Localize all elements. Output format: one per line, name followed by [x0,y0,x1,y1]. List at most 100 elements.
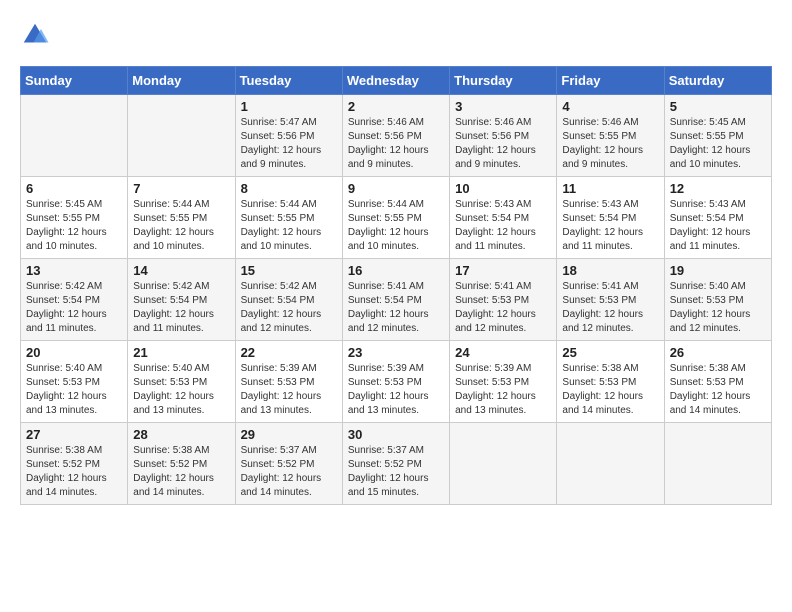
calendar-cell: 18 Sunrise: 5:41 AM Sunset: 5:53 PM Dayli… [557,259,664,341]
day-info: Sunrise: 5:37 AM Sunset: 5:52 PM Dayligh… [241,444,337,500]
day-info: Sunrise: 5:43 AM Sunset: 5:54 PM Dayligh… [670,198,766,254]
day-info: Sunrise: 5:38 AM Sunset: 5:53 PM Dayligh… [562,362,658,418]
day-info: Sunrise: 5:41 AM Sunset: 5:54 PM Dayligh… [348,280,444,336]
calendar-cell: 25Sunrise: 5:38 AM Sunset: 5:53 PM Dayli… [557,341,664,423]
day-number: 9 [348,181,444,196]
calendar-cell: 22 Sunrise: 5:39 AM Sunset: 5:53 PM Dayli… [235,341,342,423]
day-number: 27 [26,427,122,442]
day-header-sunday: Sunday [21,67,128,95]
day-number: 12 [670,181,766,196]
day-header-saturday: Saturday [664,67,771,95]
day-info: Sunrise: 5:40 AM Sunset: 5:53 PM Dayligh… [670,280,766,336]
day-number: 15 [241,263,337,278]
day-header-wednesday: Wednesday [342,67,449,95]
day-info: Sunrise: 5:39 AM Sunset: 5:53 PM Dayligh… [348,362,444,418]
day-info: Sunrise: 5:44 AM Sunset: 5:55 PM Dayligh… [133,198,229,254]
calendar-cell: 19 Sunrise: 5:40 AM Sunset: 5:53 PM Dayli… [664,259,771,341]
calendar-cell [128,95,235,177]
calendar-cell: 13 Sunrise: 5:42 AM Sunset: 5:54 PM Dayli… [21,259,128,341]
calendar-cell: 27 Sunrise: 5:38 AM Sunset: 5:52 PM Dayli… [21,423,128,505]
calendar-cell [557,423,664,505]
calendar-cell: 11Sunrise: 5:43 AM Sunset: 5:54 PM Dayli… [557,177,664,259]
day-number: 23 [348,345,444,360]
calendar-cell: 20Sunrise: 5:40 AM Sunset: 5:53 PM Dayli… [21,341,128,423]
day-number: 10 [455,181,551,196]
day-number: 20 [26,345,122,360]
day-info: Sunrise: 5:45 AM Sunset: 5:55 PM Dayligh… [26,198,122,254]
calendar-cell: 10 Sunrise: 5:43 AM Sunset: 5:54 PM Dayli… [450,177,557,259]
day-info: Sunrise: 5:47 AM Sunset: 5:56 PM Dayligh… [241,116,337,172]
day-number: 28 [133,427,229,442]
day-number: 16 [348,263,444,278]
day-info: Sunrise: 5:42 AM Sunset: 5:54 PM Dayligh… [133,280,229,336]
day-number: 3 [455,99,551,114]
calendar-cell: 7 Sunrise: 5:44 AM Sunset: 5:55 PM Daylig… [128,177,235,259]
calendar-cell: 30Sunrise: 5:37 AM Sunset: 5:52 PM Dayli… [342,423,449,505]
day-number: 30 [348,427,444,442]
day-header-monday: Monday [128,67,235,95]
day-number: 6 [26,181,122,196]
day-number: 19 [670,263,766,278]
calendar-cell: 4 Sunrise: 5:46 AM Sunset: 5:55 PM Daylig… [557,95,664,177]
calendar-cell: 28 Sunrise: 5:38 AM Sunset: 5:52 PM Dayli… [128,423,235,505]
day-number: 13 [26,263,122,278]
calendar-cell: 21 Sunrise: 5:40 AM Sunset: 5:53 PM Dayli… [128,341,235,423]
day-info: Sunrise: 5:42 AM Sunset: 5:54 PM Dayligh… [241,280,337,336]
day-info: Sunrise: 5:46 AM Sunset: 5:56 PM Dayligh… [348,116,444,172]
calendar-cell: 23 Sunrise: 5:39 AM Sunset: 5:53 PM Dayli… [342,341,449,423]
calendar-cell: 26 Sunrise: 5:38 AM Sunset: 5:53 PM Dayli… [664,341,771,423]
calendar-cell: 5Sunrise: 5:45 AM Sunset: 5:55 PM Daylig… [664,95,771,177]
day-number: 17 [455,263,551,278]
calendar-cell [450,423,557,505]
calendar-cell: 8 Sunrise: 5:44 AM Sunset: 5:55 PM Daylig… [235,177,342,259]
calendar-cell: 6 Sunrise: 5:45 AM Sunset: 5:55 PM Daylig… [21,177,128,259]
day-header-thursday: Thursday [450,67,557,95]
day-number: 21 [133,345,229,360]
day-number: 18 [562,263,658,278]
calendar-cell [664,423,771,505]
day-info: Sunrise: 5:44 AM Sunset: 5:55 PM Dayligh… [241,198,337,254]
calendar-cell [21,95,128,177]
day-number: 7 [133,181,229,196]
day-header-tuesday: Tuesday [235,67,342,95]
calendar-cell: 14 Sunrise: 5:42 AM Sunset: 5:54 PM Dayli… [128,259,235,341]
day-number: 11 [562,181,658,196]
day-number: 24 [455,345,551,360]
day-info: Sunrise: 5:41 AM Sunset: 5:53 PM Dayligh… [455,280,551,336]
day-number: 29 [241,427,337,442]
day-number: 5 [670,99,766,114]
day-number: 14 [133,263,229,278]
day-info: Sunrise: 5:41 AM Sunset: 5:53 PM Dayligh… [562,280,658,336]
logo [20,20,52,50]
day-number: 2 [348,99,444,114]
calendar-cell: 15 Sunrise: 5:42 AM Sunset: 5:54 PM Dayli… [235,259,342,341]
day-number: 4 [562,99,658,114]
calendar-cell: 16 Sunrise: 5:41 AM Sunset: 5:54 PM Dayli… [342,259,449,341]
calendar-cell: 3 Sunrise: 5:46 AM Sunset: 5:56 PM Daylig… [450,95,557,177]
logo-icon [20,20,50,50]
calendar-table: SundayMondayTuesdayWednesdayThursdayFrid… [20,66,772,505]
calendar-cell: 2 Sunrise: 5:46 AM Sunset: 5:56 PM Daylig… [342,95,449,177]
day-number: 1 [241,99,337,114]
page-header [20,20,772,50]
day-info: Sunrise: 5:39 AM Sunset: 5:53 PM Dayligh… [241,362,337,418]
calendar-cell: 9 Sunrise: 5:44 AM Sunset: 5:55 PM Daylig… [342,177,449,259]
day-info: Sunrise: 5:42 AM Sunset: 5:54 PM Dayligh… [26,280,122,336]
day-info: Sunrise: 5:43 AM Sunset: 5:54 PM Dayligh… [455,198,551,254]
calendar-cell: 17 Sunrise: 5:41 AM Sunset: 5:53 PM Dayli… [450,259,557,341]
day-info: Sunrise: 5:38 AM Sunset: 5:53 PM Dayligh… [670,362,766,418]
day-header-friday: Friday [557,67,664,95]
day-info: Sunrise: 5:44 AM Sunset: 5:55 PM Dayligh… [348,198,444,254]
day-info: Sunrise: 5:38 AM Sunset: 5:52 PM Dayligh… [133,444,229,500]
day-number: 26 [670,345,766,360]
day-info: Sunrise: 5:38 AM Sunset: 5:52 PM Dayligh… [26,444,122,500]
calendar-cell: 29 Sunrise: 5:37 AM Sunset: 5:52 PM Dayli… [235,423,342,505]
day-info: Sunrise: 5:39 AM Sunset: 5:53 PM Dayligh… [455,362,551,418]
day-number: 8 [241,181,337,196]
day-info: Sunrise: 5:46 AM Sunset: 5:55 PM Dayligh… [562,116,658,172]
day-info: Sunrise: 5:40 AM Sunset: 5:53 PM Dayligh… [133,362,229,418]
day-number: 22 [241,345,337,360]
day-info: Sunrise: 5:46 AM Sunset: 5:56 PM Dayligh… [455,116,551,172]
calendar-cell: 24 Sunrise: 5:39 AM Sunset: 5:53 PM Dayli… [450,341,557,423]
calendar-cell: 12 Sunrise: 5:43 AM Sunset: 5:54 PM Dayli… [664,177,771,259]
